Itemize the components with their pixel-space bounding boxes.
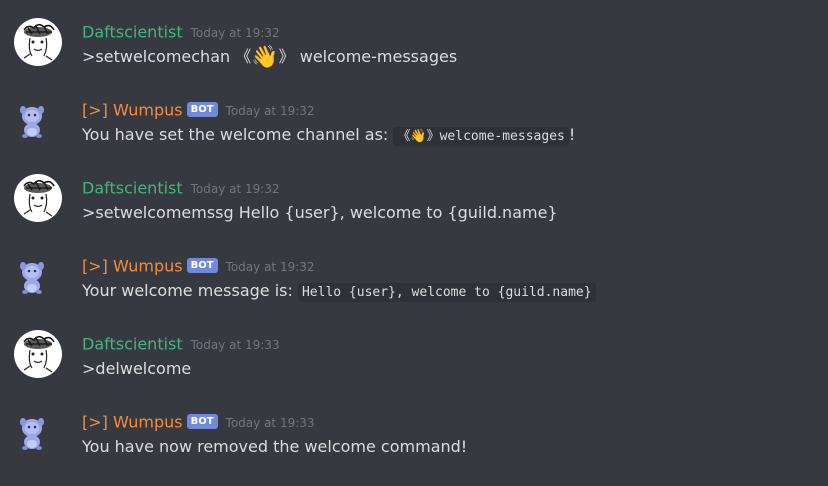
timestamp: Today at 19:32 xyxy=(190,181,280,196)
bot-tag: BOT xyxy=(186,258,218,273)
message-header: [>] Wumpus BOT Today at 19:32 xyxy=(82,99,315,121)
wumpus-avatar-icon[interactable] xyxy=(14,96,62,144)
timestamp: Today at 19:33 xyxy=(225,415,315,430)
author-name[interactable]: [>] Wumpus xyxy=(82,257,183,276)
sketch-face-avatar-icon[interactable] xyxy=(14,174,62,222)
chat-messages: Daftscientist Today at 19:32 >setwelcomec… xyxy=(0,0,828,486)
message-text: >setwelcomemssg Hello {user}, welcome to… xyxy=(82,203,558,222)
timestamp: Today at 19:32 xyxy=(225,259,315,274)
timestamp: Today at 19:32 xyxy=(190,25,280,40)
message-header: [>] Wumpus BOT Today at 19:33 xyxy=(82,411,315,433)
bracket-open: 《 xyxy=(397,129,411,144)
wumpus-avatar-icon[interactable] xyxy=(14,252,62,300)
author-name[interactable]: Daftscientist xyxy=(82,179,183,198)
message-content: >setwelcomemssg Hello {user}, welcome to… xyxy=(82,201,558,225)
message-content: You have now removed the welcome command… xyxy=(82,435,467,459)
message-header: Daftscientist Today at 19:32 xyxy=(82,177,280,199)
bracket-close: 》 xyxy=(426,129,440,144)
message-text: >delwelcome xyxy=(82,359,192,378)
sketch-face-avatar-icon[interactable] xyxy=(14,330,62,378)
message-content: >setwelcomechan 《👋》 welcome-messages xyxy=(82,45,457,69)
author-name[interactable]: Daftscientist xyxy=(82,23,183,42)
message-text: ! xyxy=(568,125,576,144)
message-content: You have set the welcome channel as: 《👋》… xyxy=(82,123,575,147)
message: [>] Wumpus BOT Today at 19:32 You have set… xyxy=(0,96,828,156)
message-text: You have set the welcome channel as: xyxy=(82,125,394,144)
bot-tag: BOT xyxy=(186,414,218,429)
message: Daftscientist Today at 19:32 >setwelcomec… xyxy=(0,18,828,78)
message-text: welcome-messages xyxy=(294,47,458,66)
author-name[interactable]: [>] Wumpus xyxy=(82,101,183,120)
bracket-close: 》 xyxy=(278,47,295,66)
wumpus-avatar-icon[interactable] xyxy=(14,408,62,456)
bracket-open: 《 xyxy=(235,47,252,66)
message: [>] Wumpus BOT Today at 19:33 You have now… xyxy=(0,408,828,468)
message: Daftscientist Today at 19:33 >delwelcome xyxy=(0,330,828,390)
message-header: Daftscientist Today at 19:33 xyxy=(82,333,280,355)
message-header: Daftscientist Today at 19:32 xyxy=(82,21,280,43)
message: [>] Wumpus BOT Today at 19:32 Your welcome… xyxy=(0,252,828,312)
timestamp: Today at 19:33 xyxy=(190,337,280,352)
bot-tag: BOT xyxy=(186,102,218,117)
message-text: >setwelcomechan xyxy=(82,47,236,66)
message-content: >delwelcome xyxy=(82,357,191,381)
message-content: Your welcome message is: Hello {user}, w… xyxy=(82,279,596,303)
message-text: Your welcome message is: xyxy=(82,281,298,300)
code-text: welcome-messages xyxy=(439,129,565,144)
author-name[interactable]: Daftscientist xyxy=(82,335,183,354)
author-name[interactable]: [>] Wumpus xyxy=(82,413,183,432)
inline-code: Hello {user}, welcome to {guild.name} xyxy=(297,283,596,302)
message-text: You have now removed the welcome command… xyxy=(82,437,468,456)
inline-code: 《👋》welcome-messages xyxy=(393,127,569,146)
message-header: [>] Wumpus BOT Today at 19:32 xyxy=(82,255,315,277)
timestamp: Today at 19:32 xyxy=(225,103,315,118)
waving-hand-icon: 👋 xyxy=(410,128,427,144)
sketch-face-avatar-icon[interactable] xyxy=(14,18,62,66)
waving-hand-icon: 👋 xyxy=(251,44,279,70)
message: Daftscientist Today at 19:32 >setwelcomem… xyxy=(0,174,828,234)
